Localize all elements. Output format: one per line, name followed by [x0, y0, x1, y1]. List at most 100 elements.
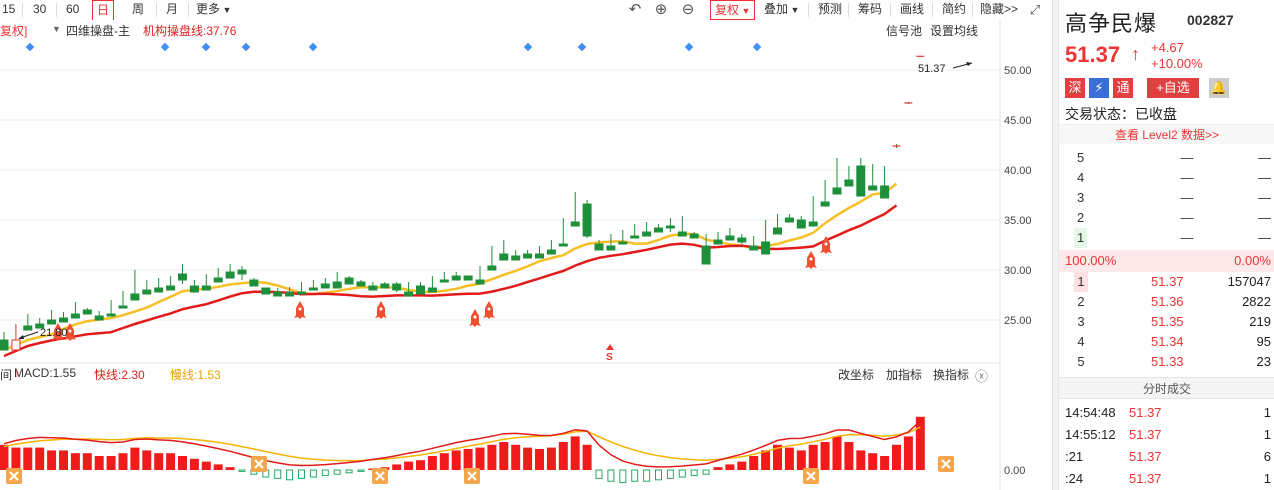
toolbar-divider	[808, 3, 809, 17]
candle-body	[59, 317, 68, 323]
candle-body	[0, 339, 9, 351]
tick-time: :21	[1065, 449, 1084, 464]
period-month[interactable]: 月	[166, 0, 178, 20]
sell-row[interactable]: 2 — —	[1059, 208, 1274, 228]
cross-signal-icon	[464, 468, 480, 484]
period-week[interactable]: 周	[132, 0, 144, 20]
macd-bar	[499, 442, 509, 470]
macd-bar	[749, 456, 759, 470]
candle-body	[594, 243, 604, 251]
buy-row[interactable]: 3 51.35 219	[1059, 312, 1274, 332]
buy-volume: 157047	[1227, 274, 1271, 289]
tick-price: 51.37	[1129, 471, 1162, 486]
macd-bar	[784, 447, 794, 470]
chip-button[interactable]: 筹码	[858, 0, 882, 20]
candle-body	[130, 293, 140, 301]
buy-row[interactable]: 5 51.33 23	[1059, 352, 1274, 372]
period-15[interactable]: 15	[2, 0, 15, 20]
draw-line-button[interactable]: 画线	[900, 0, 924, 20]
undo-icon[interactable]: ↶	[626, 1, 644, 19]
caret-down-icon[interactable]: ▼	[52, 24, 61, 34]
candle-body	[737, 237, 747, 243]
hide-button[interactable]: 隐藏>>	[980, 0, 1018, 20]
s-signal-label: S	[606, 352, 613, 363]
period-day[interactable]: 日	[92, 0, 115, 20]
zoom-in-icon[interactable]: ⊕	[652, 1, 670, 19]
up-arrow-icon: ↑	[170, 366, 176, 380]
candle-body	[511, 255, 521, 261]
change-coord-button[interactable]: 改坐标	[838, 366, 874, 383]
buy-volume: 95	[1256, 334, 1271, 349]
arrow-head-icon	[18, 335, 24, 339]
macd-bar	[82, 453, 92, 470]
close-icon[interactable]: ⓧ	[975, 366, 988, 385]
rocket-icon	[469, 309, 481, 327]
cross-signal-icon	[372, 468, 388, 484]
sell-row[interactable]: 1 — —	[1059, 228, 1274, 248]
macd-bar	[570, 436, 580, 470]
buy-row[interactable]: 2 51.36 2822	[1059, 292, 1274, 312]
macd-prefix: 间	[0, 368, 13, 382]
candle-body	[832, 187, 842, 195]
buy-row[interactable]: 4 51.34 95	[1059, 332, 1274, 352]
forecast-button[interactable]: 预测	[818, 0, 842, 20]
buy-volume: 219	[1249, 314, 1271, 329]
candle-body	[368, 285, 378, 291]
macd-bar	[511, 444, 521, 470]
sell-row[interactable]: 4 — —	[1059, 168, 1274, 188]
change-amount: +4.67	[1151, 40, 1184, 55]
indicator-name[interactable]: 四维操盘-主	[66, 22, 130, 39]
price-axis-label: 25.00	[1004, 315, 1032, 327]
candle-body	[665, 225, 675, 229]
sell-row[interactable]: 3 — —	[1059, 188, 1274, 208]
macd-bar	[523, 447, 533, 470]
toolbar-divider	[156, 3, 157, 17]
candle-body	[201, 285, 211, 291]
candle-body	[570, 221, 580, 227]
tick-time: 14:55:12	[1065, 427, 1116, 442]
macd-bar	[59, 450, 68, 470]
macd-bar	[595, 469, 603, 479]
simple-button[interactable]: 简约	[942, 0, 966, 20]
sell-level: 5	[1077, 150, 1085, 165]
candle-body	[499, 253, 509, 261]
candle-body	[380, 283, 390, 289]
period-60[interactable]: 60	[66, 0, 79, 20]
macd-bar	[154, 453, 164, 470]
tick-volume: 1	[1263, 405, 1271, 420]
level2-link[interactable]: 查看 Level2 数据>>	[1059, 124, 1274, 144]
signal-diamonds	[25, 42, 762, 52]
rocket-icon	[294, 301, 306, 319]
last-price: 51.37	[1065, 42, 1121, 67]
rocket-window	[809, 257, 813, 261]
shenzhen-badge[interactable]: 深	[1065, 78, 1085, 98]
macd-title-label: MACD:1.55	[14, 366, 77, 380]
candle-body	[725, 235, 735, 241]
zoom-out-icon[interactable]: ⊖	[679, 1, 697, 19]
macd-bar	[416, 460, 425, 470]
fullscreen-icon[interactable]: ⤢	[1026, 1, 1044, 19]
caret-down-icon: ▼	[220, 5, 232, 15]
buy-level: 1	[1074, 272, 1088, 292]
period-more[interactable]: 更多 ▼	[196, 0, 231, 20]
kline-chart[interactable]: 50.00 45.00 40.00 35.00 30.00 25.00 0.00 51.3…	[0, 20, 1052, 490]
overlay-dropdown[interactable]: 叠加 ▼	[764, 0, 799, 20]
institution-line	[3, 204, 898, 358]
connect-badge[interactable]: 通	[1113, 78, 1133, 98]
switch-indicator-button[interactable]: 换指标	[933, 366, 969, 383]
lightning-icon[interactable]: ⚡	[1089, 78, 1109, 98]
add-watchlist-button[interactable]: +自选	[1147, 78, 1199, 98]
buy-price: 51.33	[1151, 354, 1184, 369]
fuquan-dropdown[interactable]: 复权 ▼	[710, 0, 756, 20]
signal-diamond	[201, 42, 211, 52]
buy-row[interactable]: 1 51.37 157047	[1059, 272, 1274, 292]
add-indicator-button[interactable]: 加指标	[886, 366, 922, 383]
buy-volume: 23	[1256, 354, 1271, 369]
price-change: +4.67 +10.00%	[1151, 40, 1203, 72]
toolbar-divider	[56, 3, 57, 17]
sell-row[interactable]: 5 — —	[1059, 148, 1274, 168]
signal-pool-button[interactable]: 信号池	[886, 22, 922, 39]
candle-body	[475, 279, 485, 285]
period-30[interactable]: 30	[33, 0, 46, 20]
bell-icon[interactable]: 🔔	[1209, 78, 1229, 98]
